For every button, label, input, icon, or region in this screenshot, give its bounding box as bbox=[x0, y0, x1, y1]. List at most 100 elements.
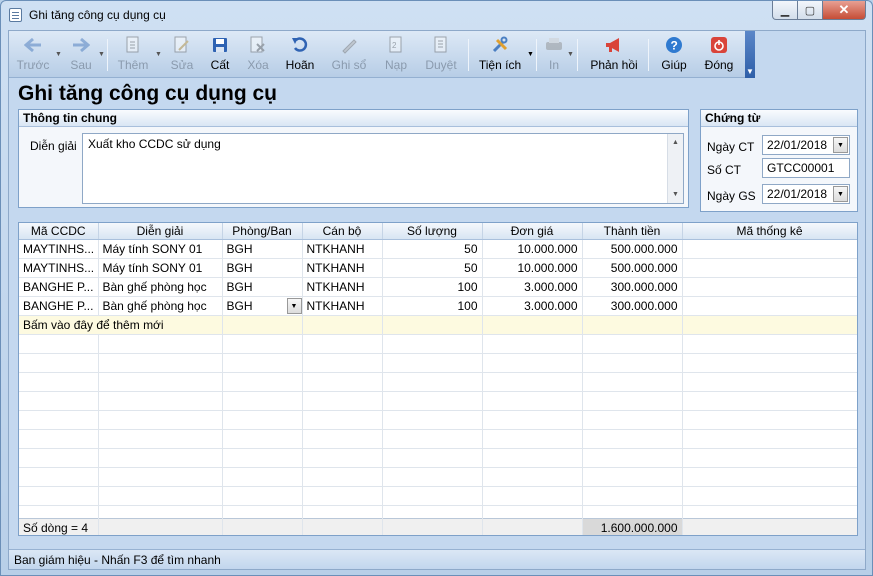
column-header[interactable]: Thành tiền bbox=[582, 223, 683, 240]
table-row[interactable]: BANGHE P... Bàn ghế phòng học BGH NTKHAN… bbox=[19, 277, 857, 297]
table-cell[interactable]: NTKHANH bbox=[302, 277, 383, 297]
table-cell[interactable]: BANGHE P... bbox=[19, 296, 99, 316]
form-client-area: Trước ▼ Sau ▼ Thêm ▼ Sửa Cất Xóa Hoãn Gh… bbox=[8, 30, 866, 570]
toolbar-separator bbox=[648, 39, 649, 71]
table-cell[interactable] bbox=[682, 258, 857, 278]
arrow-left-icon bbox=[23, 35, 43, 55]
chevron-down-icon[interactable]: ▼ bbox=[155, 51, 162, 58]
table-cell[interactable]: BGH bbox=[222, 239, 303, 259]
empty-cell bbox=[302, 410, 383, 430]
column-header[interactable]: Mã CCDC bbox=[19, 223, 99, 240]
chevron-down-icon[interactable]: ▼ bbox=[833, 137, 848, 153]
description-scrollbar[interactable]: ▲ ▼ bbox=[667, 134, 683, 203]
table-cell[interactable]: MAYTINHS... bbox=[19, 239, 99, 259]
chevron-down-icon[interactable]: ▼ bbox=[55, 51, 62, 58]
approve-document-icon bbox=[431, 35, 451, 55]
feedback-button[interactable]: Phản hồi bbox=[585, 35, 643, 75]
table-cell[interactable]: MAYTINHS... bbox=[19, 258, 99, 278]
table-cell[interactable] bbox=[682, 277, 857, 297]
next-button[interactable]: Sau bbox=[63, 35, 99, 75]
table-cell[interactable]: 10.000.000 bbox=[482, 239, 583, 259]
table-cell[interactable]: Bàn ghế phòng học bbox=[98, 277, 223, 297]
save-button[interactable]: Cất bbox=[203, 35, 237, 75]
column-header[interactable]: Diễn giải bbox=[98, 223, 223, 240]
table-cell[interactable]: 3.000.000 bbox=[482, 296, 583, 316]
help-button[interactable]: ? Giúp bbox=[655, 35, 693, 75]
utilities-button[interactable]: Tiện ích bbox=[475, 35, 525, 75]
toolbar-overflow-button[interactable]: ▼ bbox=[745, 31, 755, 78]
table-cell[interactable]: 50 bbox=[382, 258, 483, 278]
description-label: Diễn giải bbox=[30, 139, 77, 153]
table-cell[interactable]: Bàn ghế phòng học bbox=[98, 296, 223, 316]
table-cell[interactable]: 300.000.000 bbox=[582, 277, 683, 297]
department-dropdown-cell[interactable]: BGH ▼ bbox=[222, 296, 303, 316]
table-cell[interactable] bbox=[682, 239, 857, 259]
voucher-date-field[interactable]: 22/01/2018 ▼ bbox=[762, 135, 850, 155]
table-cell[interactable]: 50 bbox=[382, 239, 483, 259]
table-cell[interactable]: BGH bbox=[222, 277, 303, 297]
pencil-icon bbox=[339, 35, 359, 55]
close-button[interactable]: Đóng bbox=[699, 35, 739, 75]
table-cell[interactable]: 300.000.000 bbox=[582, 296, 683, 316]
column-header[interactable]: Số lượng bbox=[382, 223, 483, 240]
table-cell[interactable]: 10.000.000 bbox=[482, 258, 583, 278]
table-cell[interactable]: NTKHANH bbox=[302, 239, 383, 259]
description-textarea[interactable]: Xuất kho CCDC sử dụng ▲ ▼ bbox=[82, 133, 684, 204]
posting-date-value: 22/01/2018 bbox=[767, 187, 828, 201]
column-header[interactable]: Đơn giá bbox=[482, 223, 583, 240]
post-button[interactable]: Ghi sổ bbox=[327, 35, 371, 75]
column-header[interactable]: Cán bộ bbox=[302, 223, 383, 240]
load-button[interactable]: 2 Nạp bbox=[379, 35, 413, 75]
table-cell[interactable]: 3.000.000 bbox=[482, 277, 583, 297]
empty-cell bbox=[382, 467, 483, 487]
empty-row bbox=[19, 353, 857, 373]
posting-date-field[interactable]: 22/01/2018 ▼ bbox=[762, 184, 850, 204]
column-header[interactable]: Mã thống kê bbox=[682, 223, 857, 240]
table-cell[interactable]: BGH bbox=[222, 258, 303, 278]
minimize-button[interactable]: ▁ bbox=[772, 1, 798, 20]
table-cell[interactable] bbox=[682, 296, 857, 316]
row-count: Số dòng = 4 bbox=[19, 518, 99, 535]
delete-button[interactable]: Xóa bbox=[241, 35, 275, 75]
chevron-down-icon[interactable]: ▼ bbox=[286, 297, 301, 314]
chevron-down-icon[interactable]: ▼ bbox=[833, 186, 848, 202]
table-cell[interactable]: 500.000.000 bbox=[582, 239, 683, 259]
table-row[interactable]: MAYTINHS... Máy tính SONY 01 BGH NTKHANH… bbox=[19, 239, 857, 259]
empty-cell bbox=[222, 429, 303, 449]
add-new-row[interactable]: Bấm vào đây để thêm mới bbox=[19, 315, 857, 335]
toolbar-separator bbox=[468, 39, 469, 71]
voucher-number-field[interactable]: GTCC00001 bbox=[762, 158, 850, 178]
back-button[interactable]: Trước bbox=[13, 35, 53, 75]
empty-cell bbox=[682, 467, 857, 487]
scroll-up-icon[interactable]: ▲ bbox=[668, 135, 683, 150]
undo-button[interactable]: Hoãn bbox=[281, 35, 319, 75]
table-row[interactable]: MAYTINHS... Máy tính SONY 01 BGH NTKHANH… bbox=[19, 258, 857, 278]
maximize-button[interactable]: ▢ bbox=[798, 1, 823, 20]
table-cell[interactable]: BANGHE P... bbox=[19, 277, 99, 297]
approve-button[interactable]: Duyệt bbox=[419, 35, 463, 75]
table-cell[interactable]: Máy tính SONY 01 bbox=[98, 258, 223, 278]
table-cell[interactable]: NTKHANH bbox=[302, 258, 383, 278]
svg-text:2: 2 bbox=[392, 41, 397, 50]
table-cell[interactable]: 500.000.000 bbox=[582, 258, 683, 278]
table-cell[interactable]: NTKHANH bbox=[302, 296, 383, 316]
close-window-button[interactable]: ✕ bbox=[823, 1, 866, 20]
chevron-down-icon[interactable]: ▼ bbox=[98, 51, 105, 58]
scroll-down-icon[interactable]: ▼ bbox=[668, 187, 683, 202]
empty-row bbox=[19, 372, 857, 392]
chevron-down-icon[interactable]: ▼ bbox=[567, 51, 574, 58]
tools-icon bbox=[490, 35, 510, 55]
add-new-hint[interactable]: Bấm vào đây để thêm mới bbox=[19, 315, 223, 335]
empty-cell bbox=[482, 315, 583, 335]
title-bar[interactable]: Ghi tăng công cụ dụng cụ ▁ ▢ ✕ bbox=[1, 1, 872, 29]
chevron-down-icon[interactable]: ▼ bbox=[527, 51, 534, 58]
edit-button[interactable]: Sửa bbox=[165, 35, 199, 75]
table-cell[interactable]: 100 bbox=[382, 296, 483, 316]
table-row[interactable]: BANGHE P... Bàn ghế phòng học BGH ▼ NTKHA… bbox=[19, 296, 857, 316]
column-header[interactable]: Phòng/Ban bbox=[222, 223, 303, 240]
print-button[interactable]: In bbox=[541, 35, 567, 75]
add-button[interactable]: Thêm bbox=[113, 35, 153, 75]
toolbar: Trước ▼ Sau ▼ Thêm ▼ Sửa Cất Xóa Hoãn Gh… bbox=[9, 31, 755, 78]
table-cell[interactable]: 100 bbox=[382, 277, 483, 297]
table-cell[interactable]: Máy tính SONY 01 bbox=[98, 239, 223, 259]
